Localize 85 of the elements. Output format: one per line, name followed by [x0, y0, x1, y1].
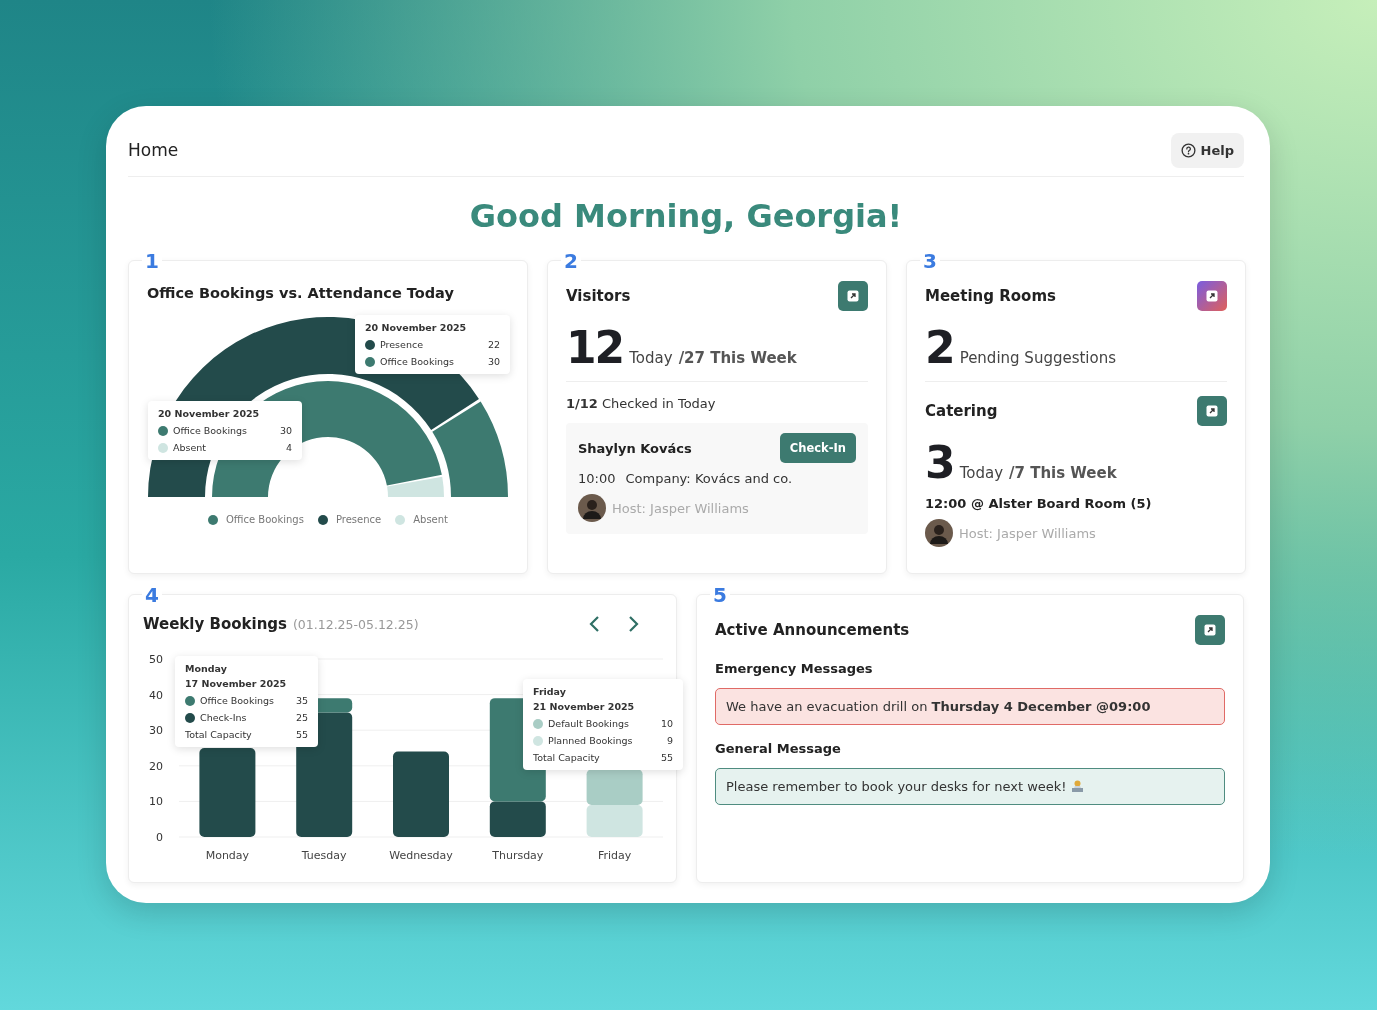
tooltip-date: 17 November 2025: [185, 678, 288, 689]
avatar-icon: [925, 519, 953, 547]
tooltip-value: 35: [295, 695, 308, 706]
axis-label: 30: [149, 724, 163, 738]
legend-label: Office Bookings: [226, 514, 304, 525]
tooltip-value: 30: [487, 356, 500, 367]
axis-label: 10: [149, 795, 163, 809]
tooltip-day: Friday: [533, 686, 673, 697]
visitor-count: 12: [566, 325, 624, 371]
tooltip-label: Presence: [380, 339, 424, 350]
tooltip-value: 25: [295, 712, 308, 723]
tooltip-label: Total Capacity: [533, 752, 601, 763]
tooltip-label: Office Bookings: [380, 356, 456, 367]
person-at-laptop-icon: [1070, 780, 1084, 793]
tooltip-label: Default Bookings: [548, 718, 630, 729]
external-link-icon: [1206, 290, 1218, 302]
tooltip-label: Check-Ins: [200, 712, 248, 723]
legend-label: Absent: [413, 514, 448, 525]
help-button[interactable]: Help: [1170, 132, 1244, 168]
page-title: Home: [128, 140, 179, 160]
section-title: Catering: [925, 402, 998, 420]
axis-label: Wednesday: [389, 849, 453, 862]
card-title: Weekly Bookings: [143, 615, 287, 633]
tooltip-date: 20 November 2025: [365, 322, 468, 333]
booking-text: 12:00 @ Alster Board Room (5): [925, 496, 1153, 511]
external-link-icon: [847, 290, 859, 302]
open-link-button[interactable]: [1195, 615, 1225, 645]
host-text: Host: Jasper Williams: [959, 525, 1096, 541]
date-range: (01.12.25-05.12.25): [293, 617, 419, 632]
card-title: Visitors: [566, 287, 631, 305]
catering-count: 3: [925, 440, 954, 486]
external-link-icon: [1204, 624, 1216, 636]
open-link-button[interactable]: [1197, 281, 1227, 311]
tooltip-value: 4: [285, 442, 292, 453]
tooltip-value: 22: [487, 339, 500, 350]
tooltip-value: 55: [660, 752, 673, 763]
card-title: Active Announcements: [715, 621, 910, 639]
external-link-icon: [1206, 405, 1218, 417]
open-link-button[interactable]: [838, 281, 868, 311]
help-icon: [1180, 142, 1196, 158]
today-label: Today: [629, 349, 673, 367]
axis-label: Thursday: [492, 849, 544, 862]
host-text: Host: Jasper Williams: [612, 500, 749, 516]
checked-in-text: 1/12 Checked in Today: [566, 396, 717, 411]
axis-label: Friday: [597, 849, 632, 862]
suggestion-count: 2: [925, 325, 954, 371]
tooltip-day: Monday: [185, 663, 308, 674]
tooltip-label: Office Bookings: [173, 425, 249, 436]
week-count: /27 This Week: [678, 349, 797, 367]
tooltip-date: 20 November 2025: [158, 408, 261, 419]
tooltip-label: Total Capacity: [185, 729, 253, 740]
tooltip-value: 9: [666, 735, 673, 746]
avatar-icon: [578, 494, 606, 522]
chevron-left-icon: [588, 615, 600, 633]
tooltip-label: Office Bookings: [200, 695, 276, 706]
greeting-heading: Good Morning, Georgia!: [468, 197, 904, 235]
tooltip-value: 30: [279, 425, 292, 436]
bar: [586, 804, 643, 837]
today-label: Today: [959, 464, 1003, 482]
axis-label: Monday: [205, 849, 250, 862]
axis-label: 50: [149, 653, 163, 666]
bar: [586, 769, 643, 805]
section-heading: General Message: [715, 741, 842, 756]
axis-label: 40: [149, 688, 163, 702]
axis-label: 20: [149, 759, 163, 773]
open-link-button[interactable]: [1197, 396, 1227, 426]
message-text: We have an evacuation drill on Thursday 4 December @09:00: [726, 699, 1151, 714]
legend-label: Presence: [335, 514, 382, 525]
tooltip-value: 10: [660, 718, 673, 729]
visitor-name: Shaylyn Kovács: [578, 440, 692, 456]
check-in-button[interactable]: Check-In: [779, 433, 856, 463]
chevron-right-icon: [628, 615, 640, 633]
tooltip-value: 55: [295, 729, 308, 740]
visit-time: 10:00: [578, 471, 616, 486]
week-count: /7 This Week: [1009, 464, 1117, 482]
tooltip-label: Planned Bookings: [548, 735, 634, 746]
card-title: Meeting Rooms: [925, 287, 1056, 305]
section-heading: Emergency Messages: [715, 661, 874, 676]
message-text: Please remember to book your desks for next week!: [726, 779, 1067, 794]
suggestions-label: Pending Suggestions: [959, 349, 1117, 367]
tooltip-date: 21 November 2025: [533, 701, 636, 712]
company-text: Company: Kovács and co.: [625, 471, 793, 486]
axis-label: 0: [156, 831, 163, 844]
tooltip-label: Absent: [173, 442, 208, 453]
axis-label: Tuesday: [301, 849, 347, 862]
